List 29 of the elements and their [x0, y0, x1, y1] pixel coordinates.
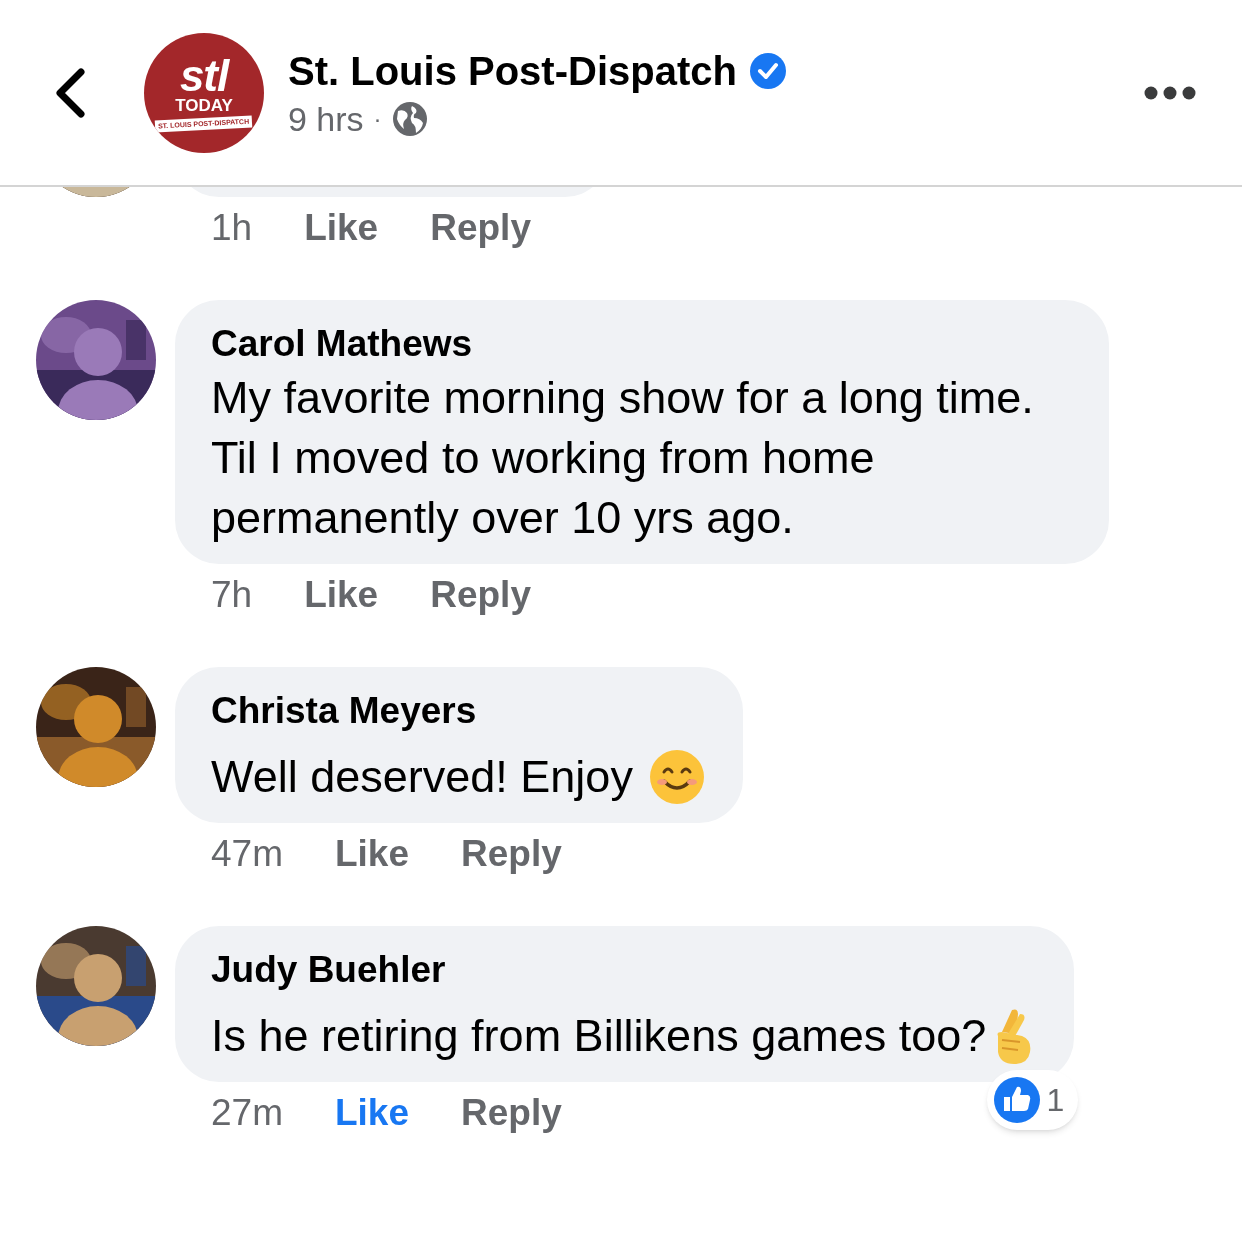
commenter-name[interactable]: Christa Meyers [211, 687, 705, 735]
globe-icon [391, 100, 428, 137]
commenter-name[interactable]: Carol Mathews [211, 320, 1071, 368]
thumbs-up-icon [992, 1076, 1041, 1124]
comment-text: My favorite morning show for a long time. Til I moved to working from home permanently over 10 yrs ago. [211, 371, 1035, 545]
comment-text: Well deserved! Enjoy [211, 750, 633, 804]
like-button[interactable]: Like [304, 200, 379, 256]
like-button[interactable]: Like [304, 567, 379, 623]
post-time: 9 hrs [288, 98, 364, 139]
smiling-face-icon [648, 749, 705, 805]
reaction-count: 1 [1046, 1081, 1065, 1120]
comment-time: 7h [211, 573, 253, 618]
page-name[interactable]: St. Louis Post-Dispatch [288, 46, 737, 95]
comment-time: 1h [211, 206, 253, 251]
reply-button[interactable]: Reply [430, 567, 531, 623]
reply-button[interactable]: Reply [461, 826, 562, 882]
commenter-name[interactable]: Judy Buehler [211, 946, 1037, 994]
reply-button[interactable]: Reply [461, 1085, 562, 1141]
reaction-badge[interactable]: 1 [986, 1070, 1079, 1130]
comment-text: Is he retiring from Billikens games too? [211, 1009, 987, 1063]
comment-time: 27m [211, 1091, 283, 1136]
separator-dot: · [373, 103, 382, 134]
more-options-button[interactable] [1144, 84, 1196, 101]
logo-mark: stl [179, 55, 229, 96]
logo-word: TODAY [175, 95, 233, 116]
comment-time: 47m [211, 832, 283, 877]
reply-button[interactable]: Reply [430, 200, 531, 256]
like-button[interactable]: Like [335, 1085, 410, 1141]
like-button[interactable]: Like [335, 826, 410, 882]
